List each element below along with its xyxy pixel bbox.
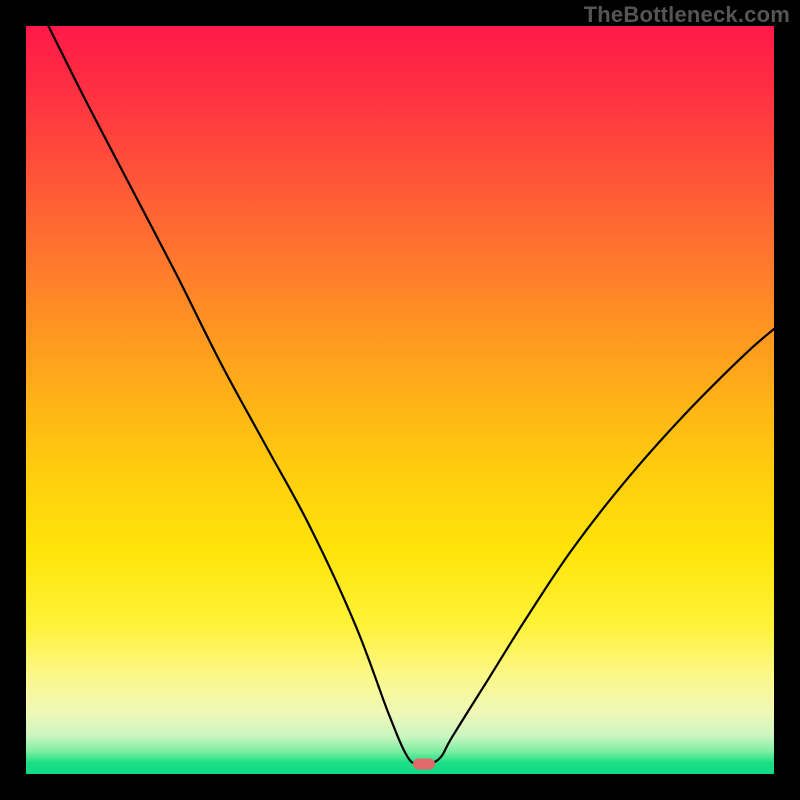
plot-area — [26, 26, 774, 774]
watermark-text: TheBottleneck.com — [584, 2, 790, 28]
minimum-marker — [413, 758, 435, 769]
bottleneck-curve — [26, 26, 774, 774]
chart-root: TheBottleneck.com — [0, 0, 800, 800]
